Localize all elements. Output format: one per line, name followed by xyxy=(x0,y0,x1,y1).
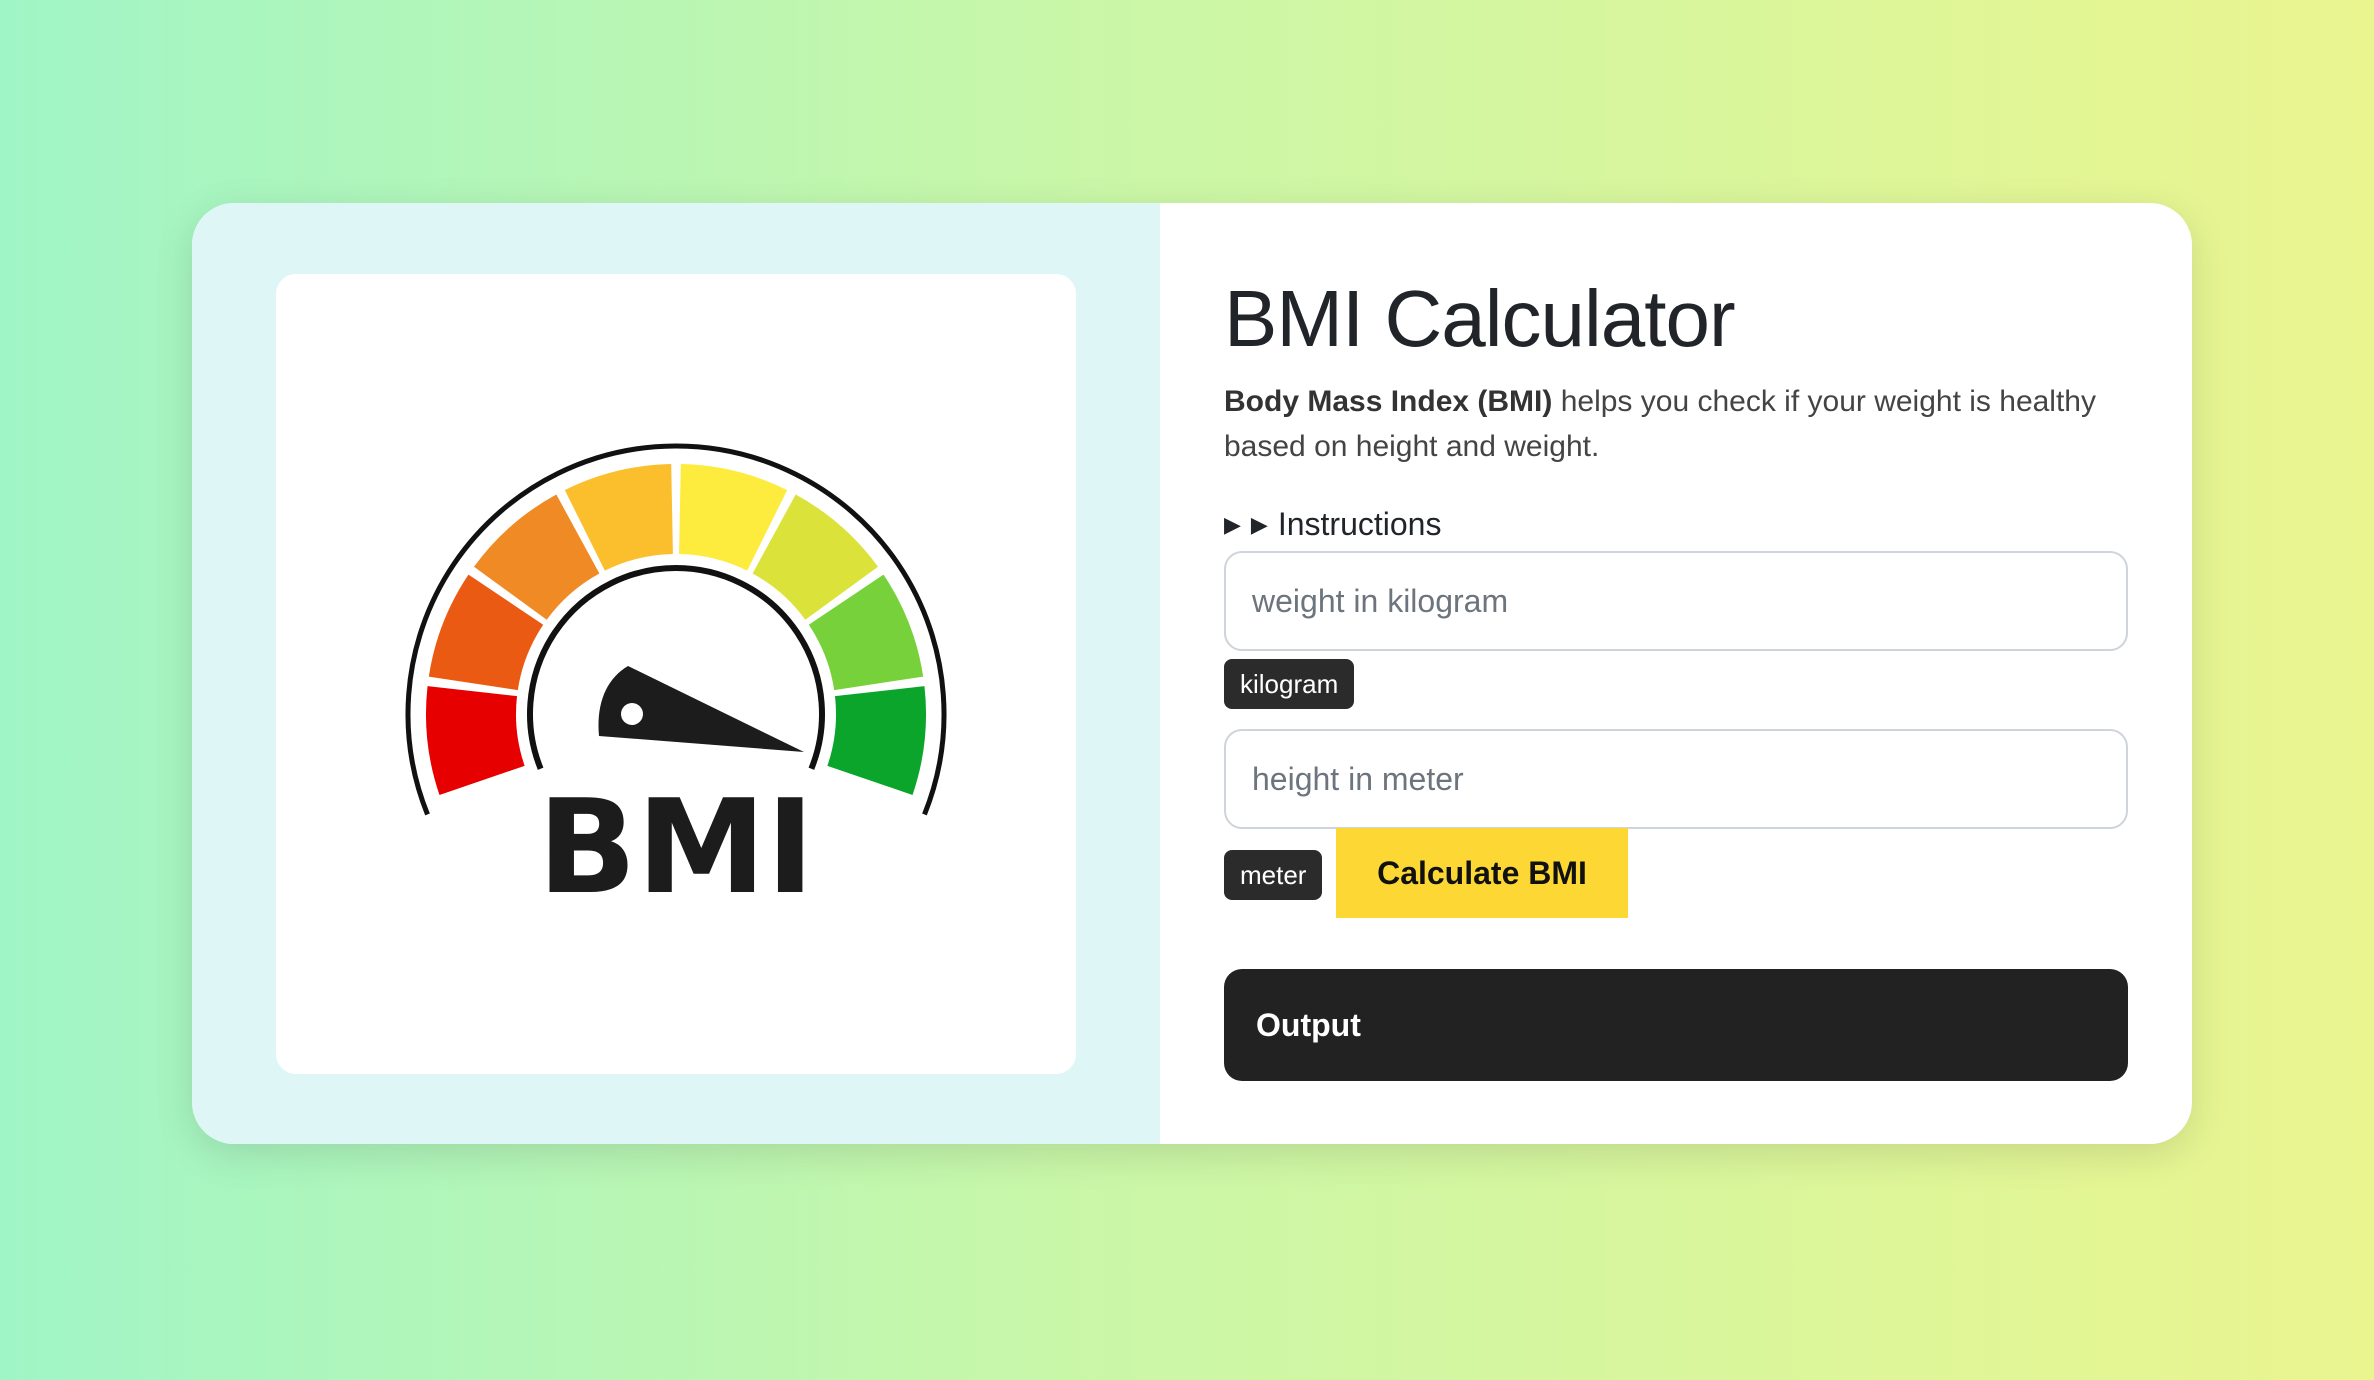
calculate-bmi-button[interactable]: Calculate BMI xyxy=(1336,828,1628,918)
gauge-segment xyxy=(426,686,525,795)
description-bold: Body Mass Index (BMI) xyxy=(1224,385,1553,418)
page-title: BMI Calculator xyxy=(1224,274,1736,363)
disclosure-triangle-icon: ▶ xyxy=(1224,511,1241,537)
height-input[interactable] xyxy=(1224,729,2128,829)
instructions-label: Instructions xyxy=(1277,506,1442,542)
instructions-toggle[interactable]: ▶ ▶ Instructions xyxy=(1224,506,1441,543)
bmi-gauge-icon: BMI xyxy=(405,443,947,923)
output-label: Output xyxy=(1256,1006,1361,1043)
output-box: Output xyxy=(1224,969,2128,1081)
play-triangle-icon: ▶ xyxy=(1250,511,1268,537)
weight-input[interactable] xyxy=(1224,551,2128,651)
gauge-needle-pivot xyxy=(621,703,643,725)
gauge-bmi-text: BMI xyxy=(538,771,815,923)
height-unit-badge: meter xyxy=(1224,850,1323,900)
gauge-segment xyxy=(827,686,926,795)
bmi-card: BMI BMI Calculator Body Mass Index (BMI)… xyxy=(192,203,2192,1144)
illustration-panel: BMI xyxy=(192,203,1160,1144)
description: Body Mass Index (BMI) helps you check if… xyxy=(1224,379,2104,469)
calculator-panel: BMI Calculator Body Mass Index (BMI) hel… xyxy=(1160,203,2192,1144)
weight-unit-badge: kilogram xyxy=(1224,659,1355,709)
bmi-gauge-image: BMI xyxy=(276,274,1076,1074)
